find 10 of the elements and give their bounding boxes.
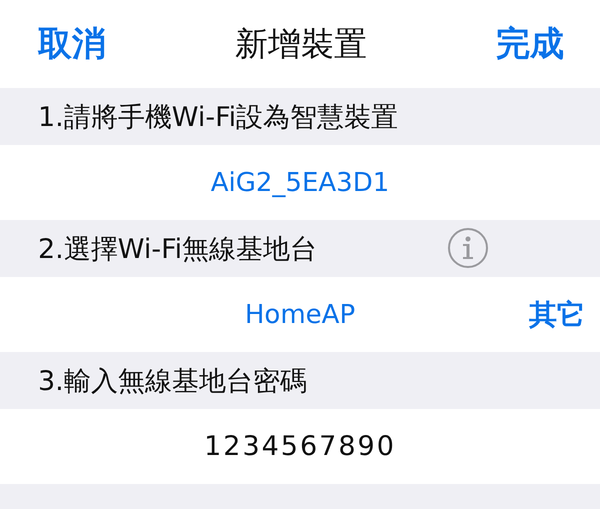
done-button[interactable]: 完成	[496, 21, 564, 67]
network-name[interactable]: HomeAP	[244, 300, 356, 330]
screen-title: 新增裝置	[235, 22, 367, 64]
section-header: 2.選擇Wi-Fi無線基地台	[38, 232, 318, 266]
device-network-name: AiG2_5EA3D1	[210, 168, 390, 198]
cancel-button[interactable]: 取消	[38, 21, 106, 67]
section-header: 3.輸入無線基地台密碼	[38, 364, 307, 398]
info-icon[interactable]	[447, 227, 489, 269]
section-header: 1.請將手機Wi-Fi設為智慧裝置	[38, 100, 398, 134]
other-link[interactable]: 其它	[529, 296, 585, 334]
